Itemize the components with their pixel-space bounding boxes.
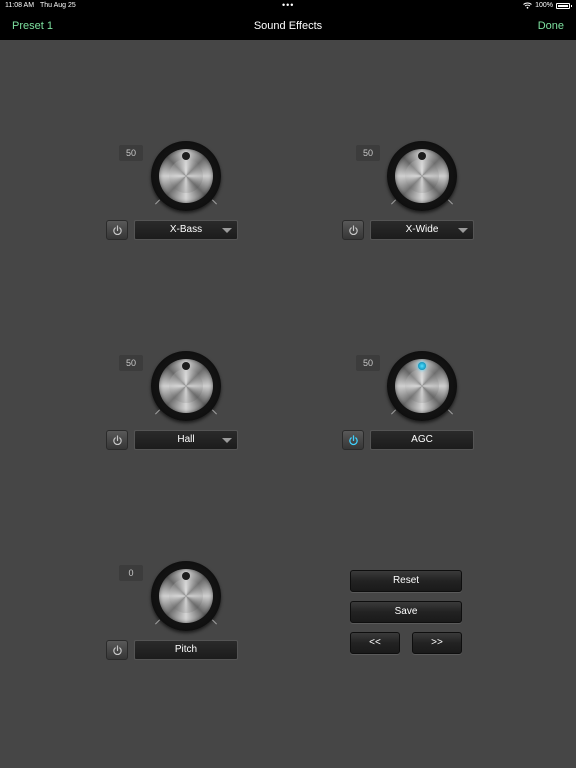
knob-indicator — [418, 152, 426, 160]
effect-label: AGC — [411, 434, 433, 445]
knob-tick-max — [448, 199, 453, 205]
knob-tick-min — [155, 409, 160, 415]
power-button-pitch[interactable] — [106, 640, 128, 660]
knob-x-bass[interactable] — [151, 141, 221, 211]
value-readout: 50 — [119, 355, 143, 371]
value-readout: 0 — [119, 565, 143, 581]
effect-select-x-wide[interactable]: X-Wide — [370, 220, 474, 240]
chevron-down-icon — [222, 228, 232, 233]
save-button[interactable]: Save — [350, 601, 462, 623]
power-icon — [112, 434, 122, 445]
value-readout: 50 — [356, 355, 380, 371]
previous-preset-button[interactable]: << — [350, 632, 400, 654]
knob-x-wide[interactable] — [387, 141, 457, 211]
value-readout: 50 — [356, 145, 380, 161]
battery-icon — [556, 2, 572, 9]
effect-label-box-agc: AGC — [370, 430, 474, 450]
knob-tick-max — [212, 619, 217, 625]
battery-percent: 100% — [535, 2, 553, 9]
chevron-down-icon — [222, 438, 232, 443]
status-date: Thu Aug 25 — [40, 2, 76, 9]
page-title: Sound Effects — [253, 20, 323, 32]
knob-pitch[interactable] — [151, 561, 221, 631]
effect-select-x-bass[interactable]: X-Bass — [134, 220, 238, 240]
effect-label: X-Bass — [169, 224, 203, 235]
power-button-x-bass[interactable] — [106, 220, 128, 240]
effect-select-hall[interactable]: Hall — [134, 430, 238, 450]
knob-tick-min — [391, 409, 396, 415]
status-bar: 11:08 AM Thu Aug 25 ••• 100% — [0, 0, 576, 12]
next-preset-button[interactable]: >> — [412, 632, 462, 654]
knob-indicator — [182, 362, 190, 370]
status-time: 11:08 AM — [5, 2, 35, 9]
wifi-icon — [523, 2, 532, 9]
knob-tick-min — [155, 199, 160, 205]
knob-indicator — [182, 572, 190, 580]
knob-indicator — [182, 152, 190, 160]
effect-label: Hall — [177, 434, 195, 445]
status-right: 100% — [523, 2, 572, 9]
nav-bar: Preset 1 Sound Effects Done — [0, 12, 576, 40]
knob-tick-max — [448, 409, 453, 415]
knob-tick-min — [155, 619, 160, 625]
knob-tick-min — [391, 199, 396, 205]
knob-tick-max — [212, 409, 217, 415]
power-icon — [112, 644, 122, 655]
knob-tick-max — [212, 199, 217, 205]
done-button[interactable]: Done — [538, 20, 564, 32]
power-icon — [348, 224, 358, 235]
reset-button[interactable]: Reset — [350, 570, 462, 592]
power-icon — [348, 434, 358, 445]
power-icon — [112, 224, 122, 235]
knob-agc[interactable] — [387, 351, 457, 421]
chevron-down-icon — [458, 228, 468, 233]
knob-indicator-active — [418, 362, 426, 370]
multitasking-dots[interactable]: ••• — [282, 0, 294, 10]
knob-hall[interactable] — [151, 351, 221, 421]
power-button-hall[interactable] — [106, 430, 128, 450]
value-readout: 50 — [119, 145, 143, 161]
effect-label-box-pitch: Pitch — [134, 640, 238, 660]
power-button-x-wide[interactable] — [342, 220, 364, 240]
effect-label: X-Wide — [405, 224, 439, 235]
power-button-agc[interactable] — [342, 430, 364, 450]
effect-label: Pitch — [174, 644, 198, 655]
